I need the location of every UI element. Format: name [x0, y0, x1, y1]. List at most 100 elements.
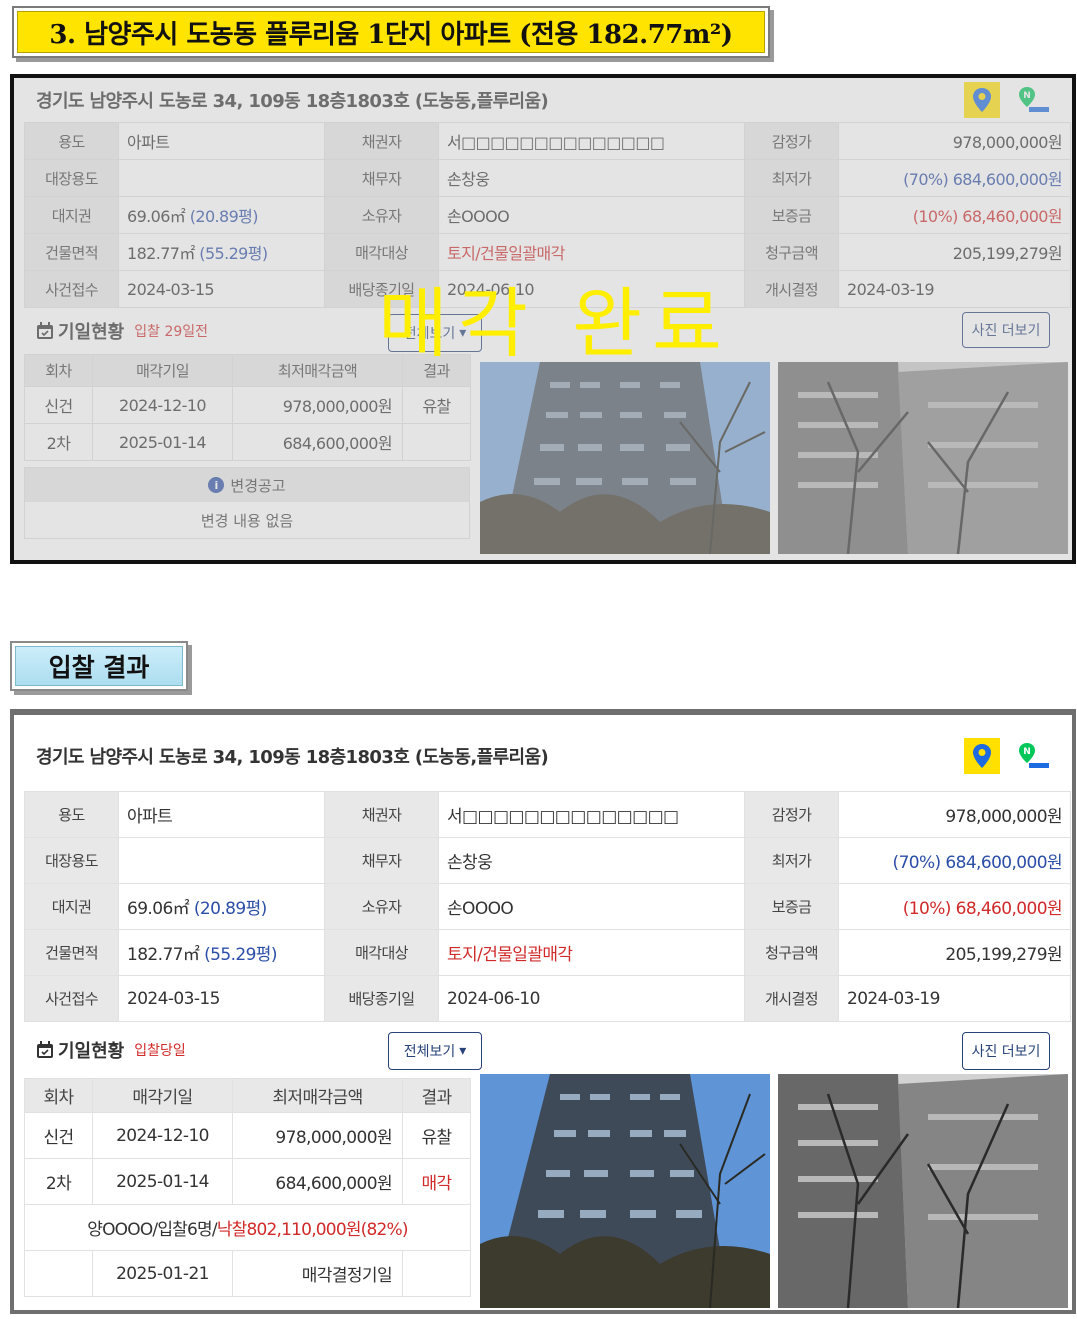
value-creditor: 서□□□□□□□□□□□□□□ [438, 791, 745, 838]
label-register-use: 대장용도 [24, 159, 119, 197]
label-case-received: 사건접수 [24, 270, 119, 308]
notice-title: 변경공고 [230, 476, 286, 495]
winning-bid-row: 양OOOO/입찰6명/낙찰802,110,000원(82%) [24, 1204, 471, 1251]
value-creditor: 서□□□□□□□□□□□□□□ [438, 122, 745, 160]
result-banner: 입찰 결과 [10, 641, 188, 691]
value-dividend-deadline: 2024-06-10 [438, 975, 745, 1022]
property-address: 경기도 남양주시 도농로 34, 109동 18층1803호 (도농동,플루리움… [36, 747, 549, 768]
label-owner: 소유자 [324, 196, 439, 234]
label-commencement: 개시결정 [744, 975, 839, 1022]
value-building-area: 182.77㎡ (55.29평) [118, 929, 325, 976]
info-icon: i [208, 477, 225, 493]
address-row: 경기도 남양주시 도농로 34, 109동 18층1803호 (도농동,플루리움… [24, 721, 1060, 791]
decision-date: 2025-01-21 [92, 1250, 233, 1297]
property-address: 경기도 남양주시 도농로 34, 109동 18층1803호 (도농동,플루리움… [36, 91, 549, 112]
property-photo-2[interactable] [778, 362, 1068, 554]
naver-map-icon[interactable]: N [1016, 738, 1052, 774]
col-date: 매각기일 [92, 1078, 233, 1113]
value-appraisal: 978,000,000원 [838, 122, 1071, 160]
calendar-icon [37, 322, 53, 339]
sold-stamp: 매각 완료 [378, 279, 732, 368]
label-claim: 청구금액 [744, 929, 839, 976]
property-photo-1[interactable] [480, 362, 770, 554]
change-notice-box: i 변경공고 변경 내용 없음 [24, 467, 470, 539]
property-photo-2[interactable] [778, 1074, 1068, 1308]
property-info-table: 용도 아파트 채권자 서□□□□□□□□□□□□□□ 감정가 978,000,0… [24, 791, 1071, 1022]
decision-label: 매각결정기일 [232, 1250, 403, 1297]
value-commencement: 2024-03-19 [838, 975, 1071, 1022]
table-row: 신건 2024-12-10 978,000,000원 유찰 [24, 386, 471, 424]
label-building-area: 건물면적 [24, 929, 119, 976]
auction-panel-sold: 경기도 남양주시 도농로 34, 109동 18층1803호 (도농동,플루리움… [10, 74, 1076, 564]
more-photos-button[interactable]: 사진 더보기 [962, 312, 1050, 348]
value-case-received: 2024-03-15 [118, 975, 325, 1022]
col-round: 회차 [24, 354, 93, 387]
value-deposit: (10%) 68,460,000원 [838, 196, 1071, 234]
kakao-map-icon[interactable] [964, 82, 1000, 118]
table-row: 신건 2024-12-10 978,000,000원 유찰 [24, 1112, 471, 1159]
label-minimum: 최저가 [744, 837, 839, 884]
label-appraisal: 감정가 [744, 122, 839, 160]
label-sale-target: 매각대상 [324, 233, 439, 271]
label-deposit: 보증금 [744, 196, 839, 234]
value-sale-target: 토지/건물일괄매각 [438, 233, 745, 271]
schedule-table: 회차 매각기일 최저매각금액 결과 신건 2024-12-10 978,000,… [24, 1078, 471, 1297]
property-photo-1[interactable] [480, 1074, 770, 1308]
auction-panel-result: 경기도 남양주시 도농로 34, 109동 18층1803호 (도농동,플루리움… [10, 709, 1076, 1314]
value-owner: 손OOOO [438, 196, 745, 234]
label-debtor: 채무자 [324, 837, 439, 884]
schedule-badge: 입찰당일 [134, 1043, 186, 1059]
value-building-area: 182.77㎡ (55.29평) [118, 233, 325, 271]
label-case-received: 사건접수 [24, 975, 119, 1022]
section-title-banner: 3. 남양주시 도농동 플루리움 1단지 아파트 (전용 182.77m²) [12, 6, 770, 58]
label-land-right: 대지권 [24, 883, 119, 930]
label-creditor: 채권자 [324, 791, 439, 838]
svg-text:N: N [1023, 747, 1031, 757]
label-creditor: 채권자 [324, 122, 439, 160]
label-building-area: 건물면적 [24, 233, 119, 271]
label-use: 용도 [24, 791, 119, 838]
winning-bidder: 양OOOO/입찰6명/ [87, 1220, 217, 1240]
result-title: 입찰 결과 [48, 653, 150, 682]
value-minimum: (70%) 684,600,000원 [838, 837, 1071, 884]
value-appraisal: 978,000,000원 [838, 791, 1071, 838]
value-claim: 205,199,279원 [838, 233, 1071, 271]
view-all-button[interactable]: 전체보기 ▾ [388, 1032, 482, 1070]
col-round: 회차 [24, 1078, 93, 1113]
caret-down-icon: ▾ [459, 1043, 467, 1059]
label-use: 용도 [24, 122, 119, 160]
kakao-map-icon[interactable] [964, 738, 1000, 774]
value-debtor: 손창웅 [438, 837, 745, 884]
value-minimum: (70%) 684,600,000원 [838, 159, 1071, 197]
value-commencement: 2024-03-19 [838, 270, 1071, 308]
value-sale-target: 토지/건물일괄매각 [438, 929, 745, 976]
schedule-header: 기일현황 입찰당일 전체보기 ▾ 사진 더보기 [24, 1022, 1060, 1078]
label-appraisal: 감정가 [744, 791, 839, 838]
schedule-title: 기일현황 [58, 1041, 125, 1062]
value-debtor: 손창웅 [438, 159, 745, 197]
table-row: 2차 2025-01-14 684,600,000원 [24, 423, 471, 461]
label-register-use: 대장용도 [24, 837, 119, 884]
notice-body: 변경 내용 없음 [200, 511, 294, 530]
label-commencement: 개시결정 [744, 270, 839, 308]
label-debtor: 채무자 [324, 159, 439, 197]
table-row: 2차 2025-01-14 684,600,000원 매각 [24, 1158, 471, 1205]
label-minimum: 최저가 [744, 159, 839, 197]
value-case-received: 2024-03-15 [118, 270, 325, 308]
value-deposit: (10%) 68,460,000원 [838, 883, 1071, 930]
value-owner: 손OOOO [438, 883, 745, 930]
address-row: 경기도 남양주시 도농로 34, 109동 18층1803호 (도농동,플루리움… [24, 78, 1060, 122]
naver-map-icon[interactable]: N [1016, 82, 1052, 118]
svg-text:N: N [1023, 91, 1031, 101]
label-land-right: 대지권 [24, 196, 119, 234]
value-register-use [118, 159, 325, 197]
more-photos-button[interactable]: 사진 더보기 [962, 1032, 1050, 1070]
label-owner: 소유자 [324, 883, 439, 930]
winning-amount: 낙찰802,110,000원(82%) [216, 1220, 409, 1240]
schedule-title: 기일현황 [58, 322, 125, 343]
value-register-use [118, 837, 325, 884]
value-use: 아파트 [118, 122, 325, 160]
col-date: 매각기일 [92, 354, 233, 387]
decision-row: 2025-01-21 매각결정기일 [24, 1250, 471, 1297]
value-use: 아파트 [118, 791, 325, 838]
